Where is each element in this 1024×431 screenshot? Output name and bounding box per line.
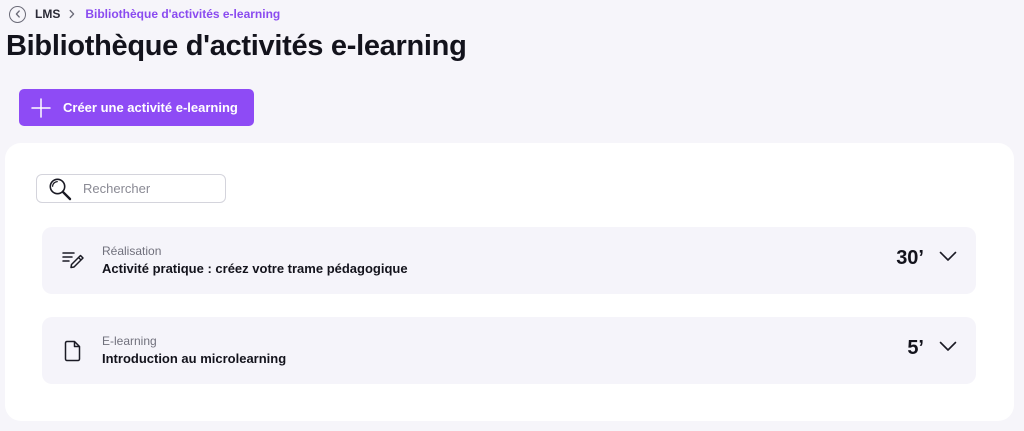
activity-row[interactable]: E-learning Introduction au microlearning… bbox=[42, 317, 976, 384]
activity-type: E-learning bbox=[102, 334, 157, 348]
activity-duration: 5’ bbox=[907, 337, 924, 359]
chevron-down-icon[interactable] bbox=[939, 341, 957, 352]
pencil-lines-icon bbox=[61, 249, 85, 273]
chevron-right-icon bbox=[68, 9, 76, 19]
activity-title: Introduction au microlearning bbox=[102, 351, 287, 366]
search-input[interactable] bbox=[83, 181, 213, 196]
activity-duration: 30’ bbox=[896, 247, 924, 269]
breadcrumb-lms-link[interactable]: LMS bbox=[35, 7, 60, 21]
activity-row[interactable]: Réalisation Activité pratique : créez vo… bbox=[42, 227, 976, 294]
page-title: Bibliothèque d'activités e-learning bbox=[6, 30, 467, 62]
breadcrumb: LMS Bibliothèque d'activités e-learning bbox=[9, 5, 280, 23]
create-activity-button[interactable]: Créer une activité e-learning bbox=[19, 89, 254, 126]
search-box[interactable] bbox=[36, 174, 226, 203]
document-icon bbox=[61, 339, 85, 363]
chevron-down-icon[interactable] bbox=[939, 251, 957, 262]
activity-title: Activité pratique : créez votre trame pé… bbox=[102, 261, 408, 276]
back-button[interactable] bbox=[9, 5, 26, 23]
activity-type: Réalisation bbox=[102, 244, 162, 258]
search-icon bbox=[49, 178, 72, 200]
plus-icon bbox=[31, 97, 51, 118]
create-activity-label: Créer une activité e-learning bbox=[63, 100, 238, 115]
breadcrumb-current: Bibliothèque d'activités e-learning bbox=[85, 7, 281, 21]
chevron-left-icon bbox=[15, 10, 20, 18]
activity-library-panel: Réalisation Activité pratique : créez vo… bbox=[5, 143, 1014, 421]
